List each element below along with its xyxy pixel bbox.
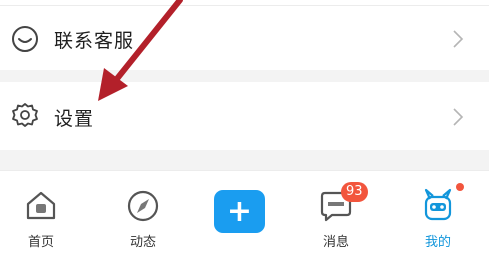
chevron-right-icon	[453, 108, 464, 126]
compass-icon	[127, 190, 159, 222]
headset-icon	[12, 26, 38, 52]
tab-messages-label: 消息	[322, 235, 349, 250]
tab-messages[interactable]: 93 消息	[296, 171, 376, 258]
chevron-right-icon	[453, 30, 464, 48]
mascot-icon	[424, 188, 452, 221]
tab-me[interactable]: 我的	[398, 171, 478, 258]
menu-item-settings[interactable]: 设置	[0, 82, 489, 150]
settings-label: 设置	[54, 108, 95, 130]
add-button[interactable]: +	[214, 190, 265, 233]
tab-me-label: 我的	[424, 235, 451, 250]
unread-count-badge: 93	[341, 182, 368, 202]
tab-feed[interactable]: 动态	[103, 171, 183, 258]
plus-icon: +	[226, 193, 253, 229]
tab-feed-label: 动态	[129, 235, 156, 250]
bottom-tab-bar: 首页 动态 + 93 消息 我的	[0, 170, 489, 258]
tab-home[interactable]: 首页	[1, 171, 81, 258]
menu-item-customer-service[interactable]: 联系客服	[0, 6, 489, 70]
gear-icon	[12, 103, 38, 127]
tab-home-label: 首页	[27, 235, 54, 250]
home-icon	[26, 191, 56, 220]
customer-service-label: 联系客服	[54, 30, 135, 52]
notification-dot	[456, 183, 464, 191]
